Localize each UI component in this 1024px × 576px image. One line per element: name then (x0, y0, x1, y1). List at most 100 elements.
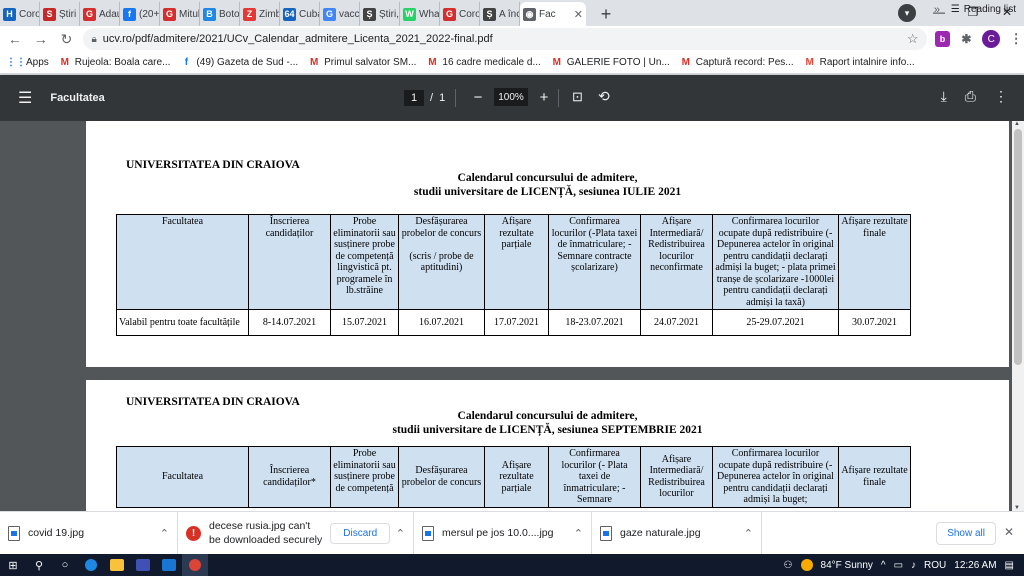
bookmark-item[interactable]: f (49) Gazeta de Sud -... (180, 57, 298, 69)
forward-icon[interactable]: → (30, 28, 52, 50)
notifications-icon[interactable]: ▤ (1005, 560, 1014, 571)
zoom-out-icon[interactable]: − (468, 89, 488, 106)
calendar-title-line: studii universitare de LICENȚĂ, sesiunea… (392, 424, 703, 436)
lock-icon[interactable]: 🔒︎ (91, 34, 96, 45)
browser-tab[interactable]: ◉ Fac ✕ (520, 2, 586, 26)
browser-tab[interactable]: f(20+) G (120, 2, 160, 26)
pdf-page: UNIVERSITATEA DIN CRAIOVA Calendarul con… (86, 380, 1009, 511)
browser-tab[interactable]: ZZimbra (240, 2, 280, 26)
browser-tab[interactable]: 64Cuba v (280, 2, 320, 26)
browser-tab[interactable]: GCorona (440, 2, 480, 26)
show-all-button[interactable]: Show all (936, 522, 996, 545)
zoom-in-icon[interactable]: + (534, 89, 554, 106)
language-indicator[interactable]: ROU (924, 560, 946, 571)
bookmark-item[interactable]: M GALERIE FOTO | Un... (551, 57, 670, 69)
chevron-up-icon[interactable]: ⌃ (160, 527, 169, 540)
close-shelf-icon[interactable]: ✕ (1004, 525, 1014, 539)
bookmark-item[interactable]: M 16 cadre medicale d... (426, 57, 541, 69)
download-item[interactable]: mersul pe jos 10.0....jpg ⌃ (414, 511, 592, 555)
start-icon[interactable]: ⊞ (0, 554, 26, 576)
table-cell: 24.07.2021 (640, 309, 713, 336)
zoom-input[interactable]: 100% (494, 88, 528, 106)
reload-icon[interactable]: ↻ (56, 28, 78, 50)
browser-menu-icon[interactable]: ⋮ (1008, 31, 1024, 47)
volume-icon[interactable]: ♪ (911, 560, 916, 571)
table-cell: 8-14.07.2021 (248, 309, 331, 336)
browser-tab[interactable]: ȘȘtiri, ul (360, 2, 400, 26)
scrollbar-thumb[interactable] (1014, 129, 1022, 365)
more-actions-icon[interactable]: ⋮ (994, 88, 1008, 105)
chrome-icon[interactable] (182, 554, 208, 576)
bookmark-favicon-icon: M (309, 57, 319, 68)
pdf-viewer[interactable]: UNIVERSITATEA DIN CRAIOVA Calendarul con… (0, 121, 1024, 511)
profile-avatar[interactable]: C (982, 30, 1001, 48)
tab-favicon-icon: W (403, 7, 416, 21)
bookmark-favicon-icon: M (428, 57, 437, 68)
chevron-up-icon[interactable]: ⌃ (744, 527, 753, 540)
edge-icon[interactable] (78, 554, 104, 576)
table-header-cell: Înscrierea candidaților (248, 214, 331, 310)
rotate-icon[interactable]: ⟲ (598, 88, 610, 105)
tab-search-icon[interactable]: ▾ (898, 4, 916, 22)
network-icon[interactable]: ▭ (894, 560, 903, 571)
browser-tab[interactable]: GAdaugă (80, 2, 120, 26)
table-header-cell: Afișare Intermediară/ Redistribuirea loc… (640, 446, 713, 508)
bookmark-item[interactable]: M Captură record: Pes... (680, 57, 794, 69)
bookmark-favicon-icon: M (60, 57, 69, 68)
task-view-icon[interactable]: ○ (52, 554, 78, 576)
chevron-up-icon[interactable]: ⌃ (396, 527, 405, 540)
tab-favicon-icon: G (163, 7, 176, 21)
address-bar[interactable]: 🔒︎ ucv.ro/pdf/admitere/2021/UCv_Calendar… (83, 28, 927, 50)
table-header-cell: Afișare rezultate finale (838, 446, 911, 508)
scroll-up-icon[interactable]: ▲ (1014, 121, 1020, 127)
fit-to-page-icon[interactable]: ⊡ (572, 89, 583, 105)
download-item[interactable]: gaze naturale.jpg ⌃ (592, 511, 762, 555)
new-tab-icon[interactable]: + (594, 2, 618, 26)
tab-label: (20+) G (139, 8, 160, 20)
discard-button[interactable]: Discard (330, 522, 391, 544)
browser-tab[interactable]: GMitul c (160, 2, 200, 26)
table-cell: 15.07.2021 (330, 309, 399, 336)
tab-close-icon[interactable]: ✕ (574, 8, 583, 21)
table-header-cell: Afișare rezultate parțiale (484, 214, 549, 310)
download-icon[interactable]: ⤓ (941, 88, 947, 105)
chevron-up-icon[interactable]: ⌃ (574, 527, 583, 540)
extension-icon[interactable]: b (934, 31, 951, 47)
image-file-icon (422, 525, 434, 541)
search-icon[interactable]: ⚲ (26, 554, 52, 576)
browser-tab[interactable]: HCorona (0, 2, 40, 26)
bookmark-item[interactable]: M Rujeola: Boala care... (59, 57, 171, 69)
browser-tab[interactable]: BBotoșa (200, 2, 240, 26)
tab-favicon-icon: G (83, 7, 96, 21)
bookmark-item[interactable]: M Raport intalnire info... (804, 57, 914, 69)
print-icon[interactable]: ⎙ (965, 88, 976, 105)
table-header-cell: Probe eliminatorii sau susținere probe d… (330, 446, 399, 508)
browser-tab[interactable]: SȘtiri de (40, 2, 80, 26)
browser-tab[interactable]: ȘA începe (480, 2, 520, 26)
tab-label: Fac (539, 8, 556, 20)
download-filename: covid 19.jpg (28, 527, 85, 539)
download-item[interactable]: covid 19.jpg ⌃ (0, 511, 178, 555)
back-icon[interactable]: ← (4, 28, 26, 50)
page-number-input[interactable]: 1 (404, 90, 424, 106)
bookmark-item[interactable]: ⋮⋮ Apps (6, 57, 49, 69)
mail-icon[interactable] (156, 554, 182, 576)
bookmark-item[interactable]: M Primul salvator SM... (308, 57, 416, 69)
table-header-cell: Facultatea (116, 214, 249, 310)
store-icon[interactable] (130, 554, 156, 576)
reading-list-button[interactable]: ☰ Reading list (951, 4, 1016, 15)
weather-text[interactable]: 84°F Sunny (821, 560, 873, 571)
people-icon[interactable]: ⚇ (784, 560, 793, 571)
bookmark-star-icon[interactable]: ☆ (907, 31, 919, 47)
menu-icon[interactable]: ☰ (18, 88, 32, 108)
bookmarks-overflow-icon[interactable]: » (934, 4, 940, 16)
file-explorer-icon[interactable] (104, 554, 130, 576)
tab-favicon-icon: ◉ (523, 7, 536, 21)
browser-tab[interactable]: WWhatsA (400, 2, 440, 26)
table-header-row: Facultatea Înscrierea candidaților Probe… (116, 214, 911, 310)
browser-tab[interactable]: Gvaccin (320, 2, 360, 26)
tray-chevron-icon[interactable]: ^ (881, 560, 886, 571)
extensions-puzzle-icon[interactable]: ✱ (958, 31, 975, 47)
clock[interactable]: 12:26 AM (954, 560, 996, 571)
vertical-scrollbar[interactable]: ▲ ▼ (1012, 121, 1024, 511)
